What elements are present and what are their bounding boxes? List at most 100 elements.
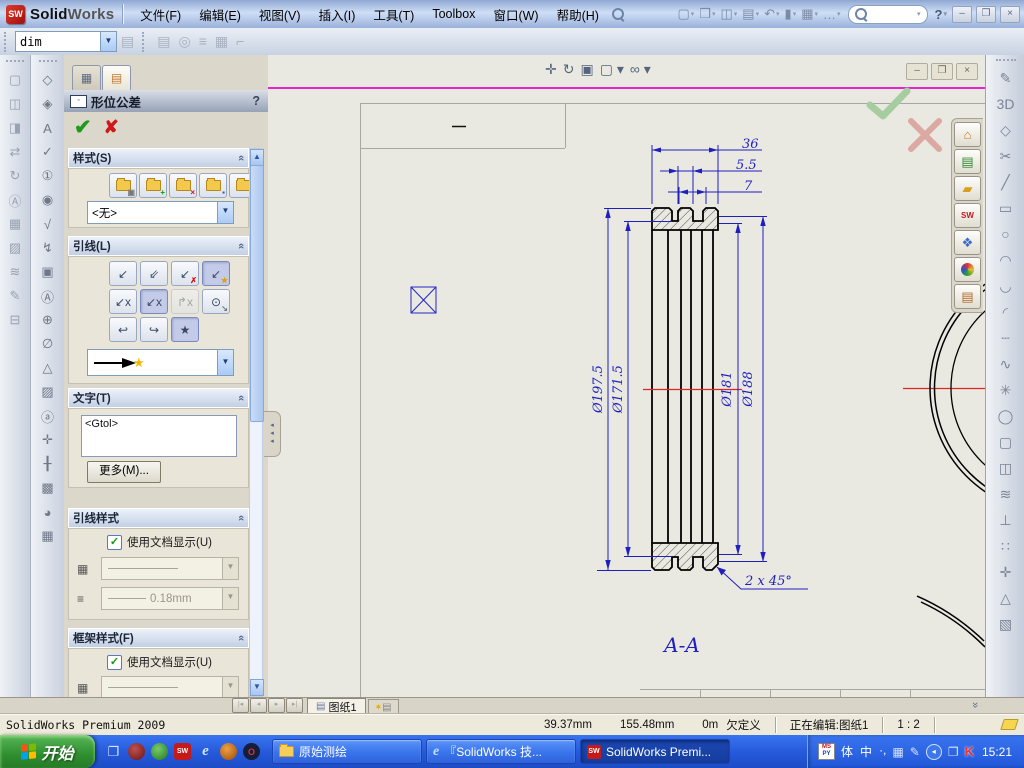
minimize-button[interactable]: –: [952, 5, 972, 23]
use-doc-display-checkbox[interactable]: ✓ 使用文档显示(U): [107, 534, 212, 550]
ime-punct-indicator[interactable]: ·,: [879, 743, 886, 760]
no-leader-button[interactable]: ↙ ✗: [171, 261, 199, 286]
solidworks-icon[interactable]: SW: [174, 743, 191, 760]
show-desktop-icon[interactable]: ❐: [105, 743, 122, 760]
trim-icon[interactable]: ✂: [994, 143, 1018, 169]
overflow-ellipsis[interactable]: … ▾: [822, 5, 842, 23]
layer-icon[interactable]: ▤: [153, 31, 174, 52]
drawing-view-icon[interactable]: ▣: [580, 61, 593, 78]
section-header-leader-style[interactable]: 引线样式 «: [68, 508, 249, 528]
edit-sketch-icon[interactable]: ✎: [3, 284, 27, 308]
browser-icon[interactable]: [220, 743, 237, 760]
options-icon[interactable]: ▦ ▾: [800, 5, 819, 23]
bent-leader-button[interactable]: ↱x: [171, 289, 199, 314]
leader-line-style-combo[interactable]: ▼: [101, 557, 239, 580]
hole-callout-icon[interactable]: ∅: [36, 332, 60, 356]
home-tab[interactable]: ⌂: [954, 122, 981, 147]
swap-view-icon[interactable]: ⇄: [3, 140, 27, 164]
tag-icon[interactable]: [1000, 719, 1019, 730]
surface-finish-icon[interactable]: √: [36, 212, 60, 236]
toolbar-grip[interactable]: [6, 60, 24, 62]
note-edit-icon[interactable]: ◈: [36, 92, 60, 116]
chevron-down-icon[interactable]: ▼: [100, 32, 116, 51]
chevron-down-icon[interactable]: ▼: [217, 350, 233, 375]
prev-sheet-icon[interactable]: ◂: [250, 698, 267, 713]
revision-symbol-icon[interactable]: △: [36, 356, 60, 380]
leader-left-button[interactable]: ↙x: [109, 289, 137, 314]
slot-icon[interactable]: ▢: [994, 429, 1018, 455]
dimension-style-combo[interactable]: dim ▼: [15, 31, 117, 52]
toolbar-grip[interactable]: [4, 31, 11, 52]
projected-view-icon[interactable]: ◨: [3, 116, 27, 140]
ime-lang-indicator[interactable]: 中: [860, 743, 872, 760]
cancel-button[interactable]: ✘: [104, 117, 119, 138]
chevron-down-icon[interactable]: ▼: [217, 202, 233, 223]
line-style-icon[interactable]: ▦: [211, 31, 232, 52]
centerline-tool-icon[interactable]: ┄: [994, 325, 1018, 351]
sw-search-tab[interactable]: SW: [954, 203, 981, 228]
sketch-icon[interactable]: ✎: [994, 65, 1018, 91]
layout-icon[interactable]: ⊟: [3, 308, 27, 332]
doc-close-button[interactable]: ×: [956, 63, 978, 80]
pan-icon[interactable]: ✛: [545, 61, 557, 78]
sketch-pattern-icon[interactable]: ∷: [994, 533, 1018, 559]
geometric-tolerance-icon[interactable]: ▣: [36, 260, 60, 284]
sheet-icon[interactable]: ▢: [3, 68, 27, 92]
antivirus-icon[interactable]: K: [965, 744, 974, 759]
leader-right-button[interactable]: ↙x: [140, 289, 168, 314]
centerpoint-arc-icon[interactable]: ◠: [994, 247, 1018, 273]
convert-entities-icon[interactable]: ⊥: [994, 507, 1018, 533]
menu-help[interactable]: 帮助(H): [548, 1, 608, 28]
weld-symbol-icon[interactable]: ↯: [36, 236, 60, 260]
file-explorer-tab[interactable]: ▰: [954, 176, 981, 201]
spline-icon[interactable]: ∿: [994, 351, 1018, 377]
display-style-icon[interactable]: ▢ ▾: [600, 61, 624, 78]
scroll-down-icon[interactable]: ▼: [250, 679, 264, 696]
start-button[interactable]: 开始: [0, 735, 95, 768]
add-sheet-tab[interactable]: ✶ ▤: [367, 699, 399, 714]
move-entities-icon[interactable]: ✛: [994, 559, 1018, 585]
rotate-view-icon[interactable]: ↻: [563, 61, 575, 78]
sheet-tab-active[interactable]: ▤ 图纸1: [307, 698, 366, 714]
section-header-text[interactable]: 文字(T) «: [68, 388, 249, 408]
save-icon[interactable]: ◫ ▾: [719, 5, 738, 23]
panel-splitter-handle[interactable]: ◂ ◂ ◂: [264, 411, 281, 457]
update-view-icon[interactable]: ↻: [3, 164, 27, 188]
style-add-button[interactable]: +: [139, 173, 167, 198]
doc-restore-button[interactable]: ❐: [931, 63, 953, 80]
hide-tray-icons-button[interactable]: ◂: [925, 743, 942, 760]
toolbar-grip[interactable]: [142, 31, 149, 52]
propertymanager-tab[interactable]: ▦: [72, 65, 101, 90]
auto-bent-leader-button[interactable]: ★: [171, 317, 199, 342]
auto-leader-button[interactable]: ↙ ★: [202, 261, 230, 286]
toolbar-overflow-chevron-icon[interactable]: »: [969, 702, 981, 708]
menu-window[interactable]: 窗口(W): [484, 1, 547, 28]
section-header-leader[interactable]: 引线(L) «: [68, 236, 249, 256]
ie-icon[interactable]: e: [197, 743, 214, 760]
menu-tools[interactable]: 工具(T): [364, 1, 423, 28]
style-delete-button[interactable]: ×: [169, 173, 197, 198]
centerline-icon[interactable]: ╂: [36, 452, 60, 476]
appearance-sphere-icon[interactable]: ◕: [36, 500, 60, 524]
menu-search-icon[interactable]: [611, 8, 624, 20]
help-button[interactable]: ? ▾: [934, 6, 948, 23]
annotation-font-icon[interactable]: Ⓐ: [3, 188, 27, 212]
toolbar-grip[interactable]: [995, 59, 1016, 61]
style-defaults-button[interactable]: ▣: [109, 173, 137, 198]
section-header-style[interactable]: 样式(S) «: [68, 148, 249, 168]
three-point-arc-icon[interactable]: ◜: [994, 299, 1018, 325]
layer-icon[interactable]: ▤: [117, 31, 138, 52]
note-icon[interactable]: A: [36, 116, 60, 140]
search-input[interactable]: ▾: [847, 4, 928, 24]
layer-properties-icon[interactable]: ◎: [174, 31, 194, 52]
mirror-entities-icon[interactable]: ◫: [994, 455, 1018, 481]
task-solidworks[interactable]: SW SolidWorks Premi...: [580, 739, 730, 764]
task-ie[interactable]: e 『SolidWorks 技...: [426, 739, 576, 764]
image-icon[interactable]: ▨: [3, 236, 27, 260]
custom-props-tab[interactable]: ▤: [954, 284, 981, 309]
corner-icon[interactable]: ⌐: [232, 31, 248, 52]
annotation-note-icon[interactable]: ⓐ: [36, 404, 60, 428]
tangent-arc-icon[interactable]: ◡: [994, 273, 1018, 299]
first-sheet-icon[interactable]: |◂: [232, 698, 249, 713]
design-library-tab[interactable]: ▤: [954, 149, 981, 174]
